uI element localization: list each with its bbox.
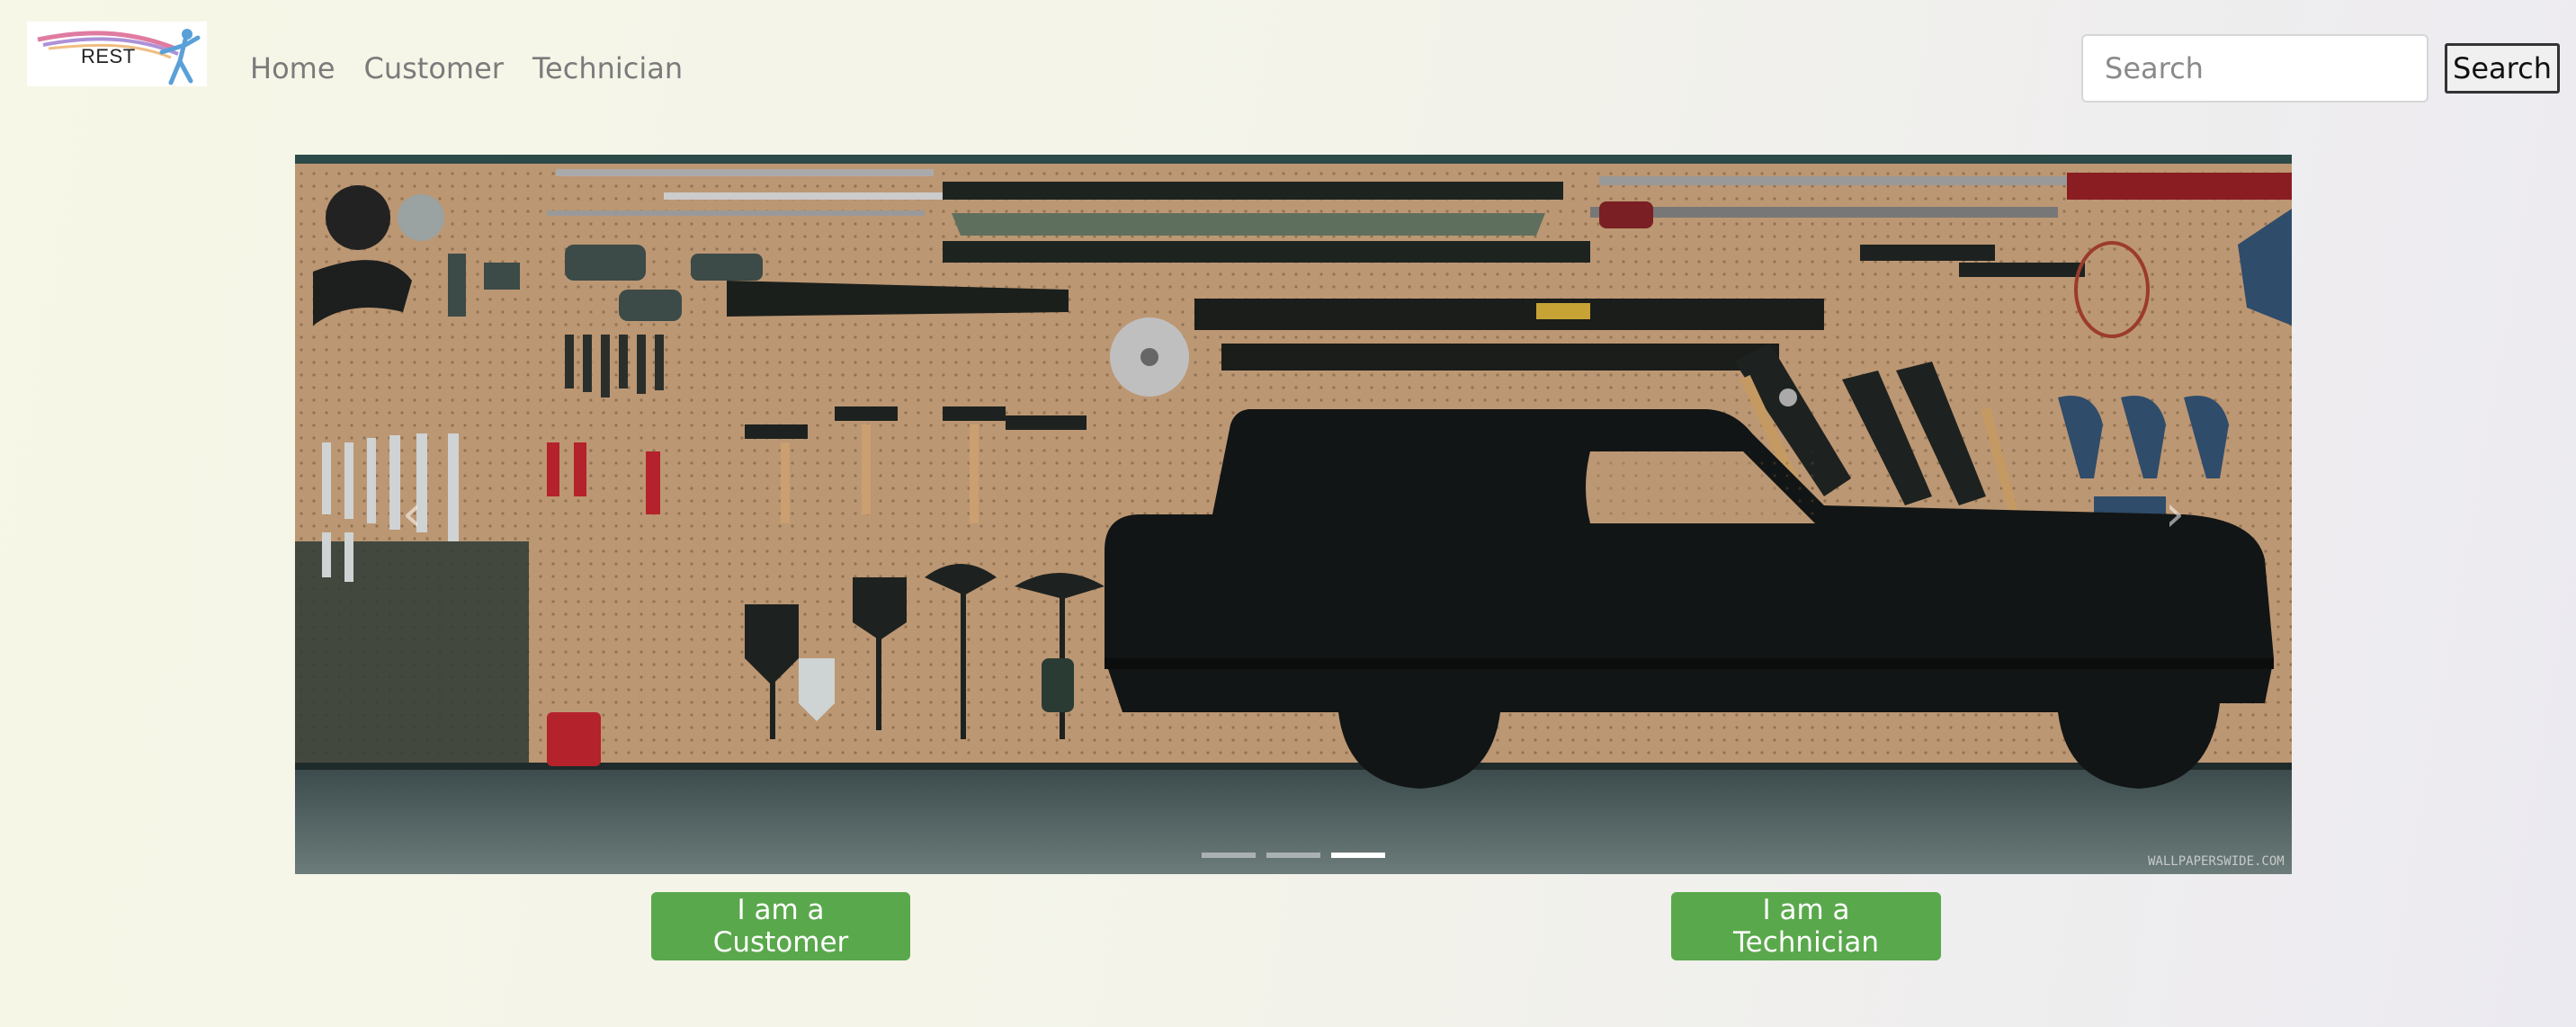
nav-customer[interactable]: Customer — [364, 49, 504, 88]
brand-logo[interactable]: REST — [27, 22, 207, 86]
search-input[interactable] — [2081, 34, 2428, 103]
chevron-left-icon: ‹ — [401, 485, 423, 543]
customer-button[interactable]: I am a Customer — [651, 892, 910, 960]
tool-wall-image: WALLPAPERSWIDE.COM — [295, 155, 2292, 874]
carousel-next-button[interactable]: › — [2148, 478, 2202, 550]
chevron-right-icon: › — [2164, 485, 2186, 543]
nav-home[interactable]: Home — [250, 49, 335, 88]
navbar: REST Home Customer Technician Search — [0, 0, 2576, 135]
carousel-indicator-1[interactable] — [1202, 853, 1256, 858]
search-button[interactable]: Search — [2445, 43, 2560, 94]
carousel-prev-button[interactable]: ‹ — [385, 478, 439, 550]
carousel-indicators — [295, 853, 2292, 858]
brand-text: REST — [81, 45, 136, 67]
main-nav: Home Customer Technician — [250, 49, 683, 88]
technician-button[interactable]: I am a Technician — [1671, 892, 1941, 960]
nav-technician[interactable]: Technician — [532, 49, 683, 88]
carousel-indicator-3[interactable] — [1331, 853, 1385, 858]
hero-carousel[interactable]: WALLPAPERSWIDE.COM ‹ › — [295, 155, 2292, 874]
carousel-indicator-2[interactable] — [1266, 853, 1320, 858]
